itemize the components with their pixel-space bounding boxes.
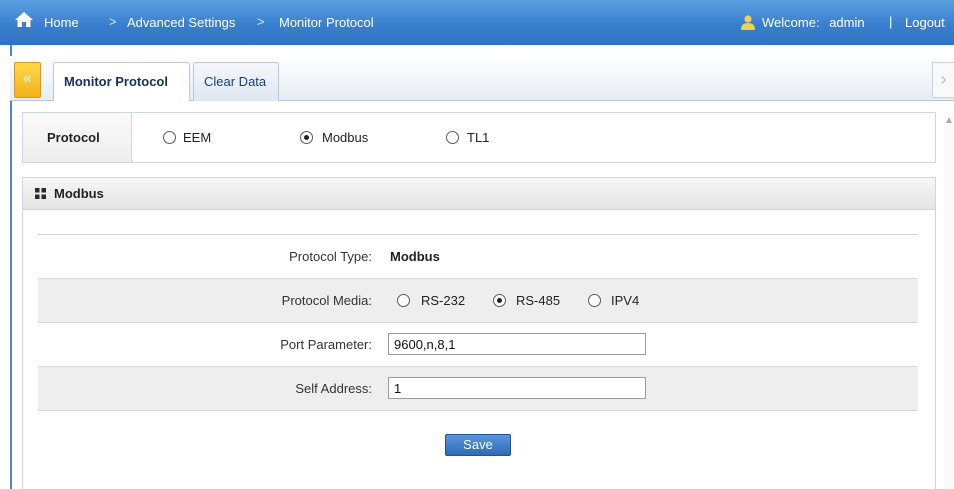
breadcrumb-separator: >: [257, 14, 265, 29]
user-icon: [741, 15, 755, 30]
panel-title: Modbus: [54, 186, 104, 201]
scroll-up-icon[interactable]: ▲: [944, 115, 954, 126]
chevron-right-icon: ›: [940, 69, 947, 89]
breadcrumb-home[interactable]: Home: [44, 15, 79, 30]
protocol-option-modbus[interactable]: Modbus: [322, 130, 368, 145]
protocol-label: Protocol: [47, 130, 100, 145]
username: admin: [829, 15, 865, 30]
user-separator: |: [889, 14, 893, 29]
tab-monitor-protocol[interactable]: Monitor Protocol: [53, 62, 190, 101]
port-parameter-label: Port Parameter:: [280, 337, 372, 352]
media-radio-ipv4[interactable]: [588, 294, 601, 307]
form-row-protocol-media: [38, 279, 918, 323]
media-radio-rs232[interactable]: [397, 294, 410, 307]
top-bar: Home > Advanced Settings > Monitor Proto…: [0, 0, 954, 45]
double-chevron-left-icon: «: [23, 70, 32, 87]
home-icon[interactable]: [14, 10, 34, 30]
protocol-radio-eem[interactable]: [163, 131, 176, 144]
breadcrumb-separator: >: [109, 14, 117, 29]
welcome-text: Welcome: admin: [762, 15, 865, 30]
collapse-sidebar-button[interactable]: «: [14, 62, 41, 98]
protocol-radio-modbus[interactable]: [300, 131, 313, 144]
protocol-type-label: Protocol Type:: [289, 249, 372, 264]
protocol-type-value: Modbus: [390, 249, 440, 264]
grid-icon: [35, 188, 46, 199]
panel-header: [22, 177, 936, 210]
breadcrumb-advanced-settings[interactable]: Advanced Settings: [127, 15, 235, 30]
media-radio-rs485[interactable]: [493, 294, 506, 307]
media-option-rs485[interactable]: RS-485: [516, 293, 560, 308]
tab-scroll-right-button[interactable]: ›: [932, 62, 954, 98]
self-address-input[interactable]: [388, 377, 646, 399]
media-option-rs232[interactable]: RS-232: [421, 293, 465, 308]
protocol-option-tl1[interactable]: TL1: [467, 130, 489, 145]
form-row-protocol-type: [38, 235, 918, 279]
protocol-radio-tl1[interactable]: [446, 131, 459, 144]
save-button[interactable]: Save: [445, 434, 511, 456]
self-address-label: Self Address:: [295, 381, 372, 396]
vertical-scrollbar[interactable]: [944, 112, 954, 489]
welcome-label: Welcome:: [762, 15, 820, 30]
frame-left-border: [10, 45, 12, 489]
protocol-option-eem[interactable]: EEM: [183, 130, 211, 145]
breadcrumb-monitor-protocol: Monitor Protocol: [279, 15, 374, 30]
protocol-media-label: Protocol Media:: [281, 293, 372, 308]
tab-clear-data[interactable]: Clear Data: [193, 62, 279, 101]
port-parameter-input[interactable]: [388, 333, 646, 355]
logout-link[interactable]: Logout: [905, 15, 945, 30]
media-option-ipv4[interactable]: IPV4: [611, 293, 639, 308]
